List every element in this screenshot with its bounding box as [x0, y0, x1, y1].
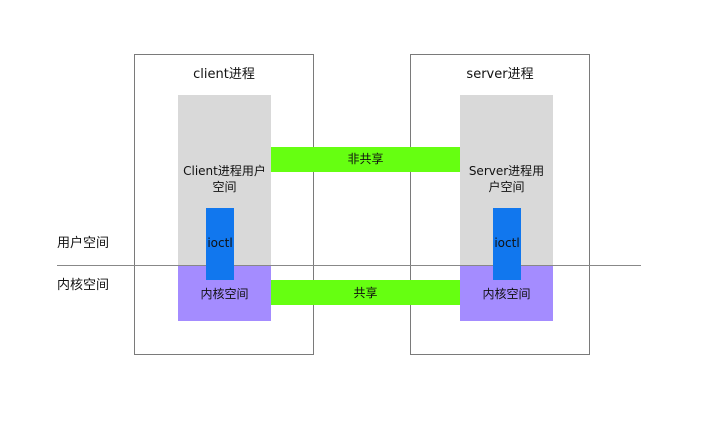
server-kernel-space-label: 内核空间	[482, 287, 531, 301]
client-process-title: client进程	[193, 67, 255, 82]
server-process-title: server进程	[466, 67, 534, 82]
client-ioctl-label: ioctl	[207, 236, 233, 250]
client-kernel-space-label: 内核空间	[200, 287, 249, 301]
user-space-side-label: 用户空间	[57, 236, 110, 251]
server-user-space-label: Server进程用户空间	[468, 164, 545, 194]
kernel-space-side-label: 内核空间	[57, 278, 110, 293]
server-ioctl-label: ioctl	[494, 236, 520, 250]
client-user-space-label: Client进程用户空间	[183, 164, 266, 194]
user-kernel-divider	[57, 265, 641, 266]
non-shared-label: 非共享	[347, 152, 384, 166]
shared-label: 共享	[353, 286, 378, 300]
